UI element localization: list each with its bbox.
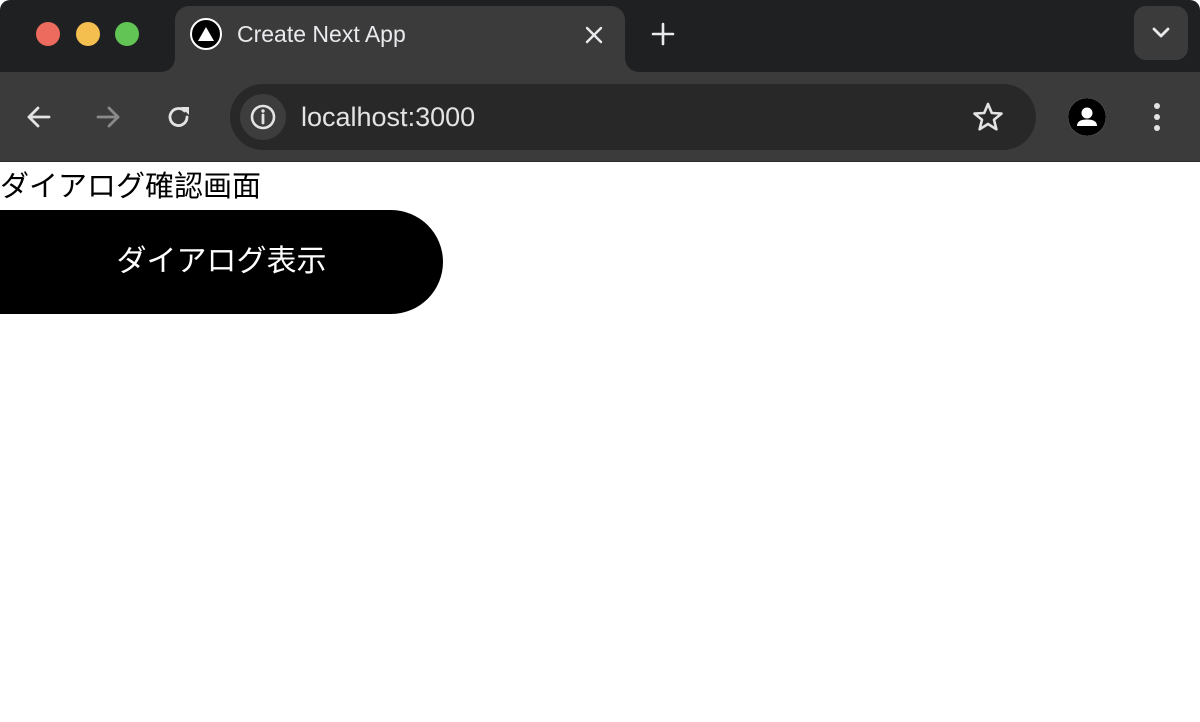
reload-icon [168,107,189,127]
info-icon [250,104,276,130]
address-bar[interactable]: localhost:3000 [230,84,1036,150]
arrow-left-icon [27,106,51,128]
chevron-down-icon [1152,27,1170,38]
bookmark-button[interactable] [970,99,1006,135]
plus-icon[interactable] [647,18,679,50]
person-icon [1068,98,1106,136]
back-button[interactable] [21,99,57,135]
site-info-button[interactable] [240,94,286,140]
browser-window: Create Next App localhost:3000 ダイアログ確認画面… [0,0,1200,722]
tab-title: Create Next App [237,21,406,47]
nextjs-triangle-icon [190,18,222,50]
show-dialog-button[interactable]: ダイアログ表示 [0,210,443,314]
browser-tab-active[interactable]: Create Next App [175,6,625,72]
tab-search-button[interactable] [1134,6,1188,60]
browser-menu-button[interactable] [1139,98,1175,136]
close-icon[interactable] [579,20,609,50]
kebab-menu-icon [1154,103,1160,131]
forward-button[interactable] [90,99,126,135]
window-zoom-button[interactable] [115,22,139,46]
tab-strip: Create Next App [0,0,1200,72]
window-minimize-button[interactable] [76,22,100,46]
star-icon [973,102,1003,131]
arrow-right-icon [96,106,120,128]
browser-toolbar: localhost:3000 [0,72,1200,162]
reload-button[interactable] [161,99,197,135]
url-text[interactable]: localhost:3000 [301,101,475,133]
page-title: ダイアログ確認画面 [0,169,262,203]
profile-button[interactable] [1068,98,1106,136]
window-close-button[interactable] [36,22,60,46]
page-content: ダイアログ確認画面 ダイアログ表示 [0,162,1200,722]
